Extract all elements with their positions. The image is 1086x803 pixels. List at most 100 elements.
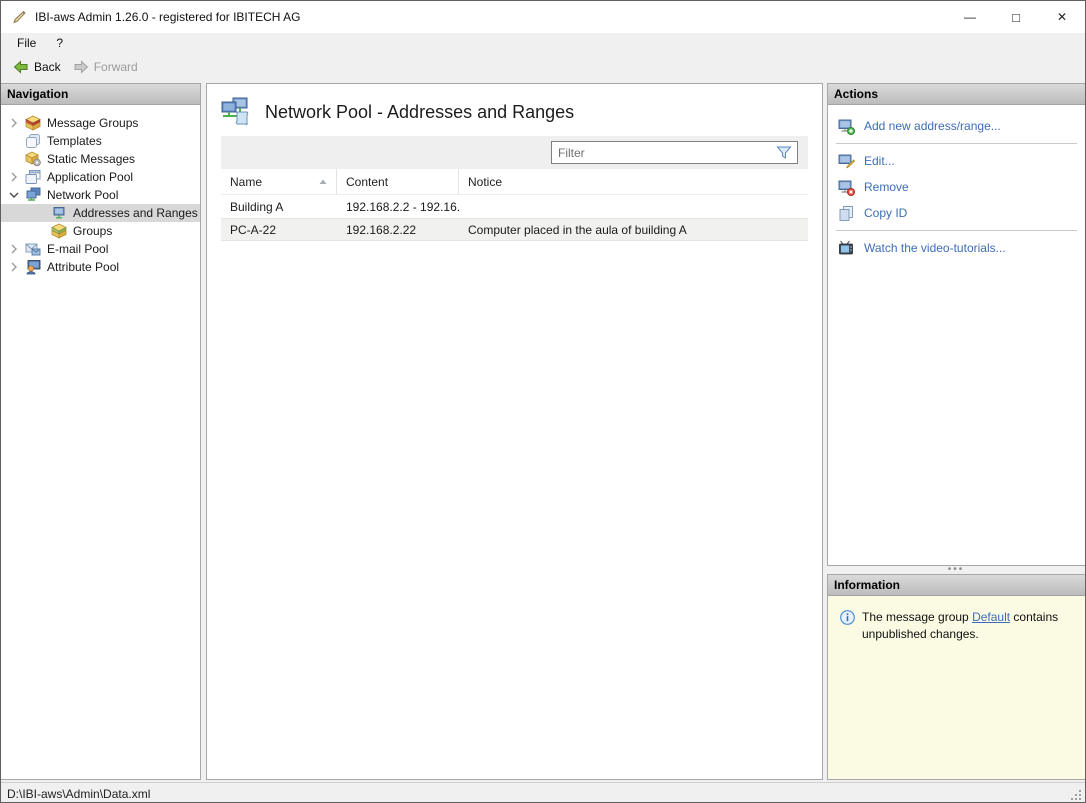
information-message: The message group Default contains unpub…: [862, 610, 1059, 642]
menu-help[interactable]: ?: [46, 34, 73, 52]
tree-label: Templates: [47, 134, 102, 148]
forward-label: Forward: [93, 60, 138, 74]
edit-icon: [838, 154, 855, 168]
forward-arrow-icon: [74, 60, 88, 74]
add-address-icon: [838, 119, 855, 135]
splitter-grip-dots: •••: [947, 564, 965, 575]
status-bar: D:\IBI-aws\Admin\Data.xml: [1, 782, 1085, 802]
actions-separator: [836, 143, 1077, 144]
column-header-name[interactable]: Name: [221, 169, 337, 194]
forward-button[interactable]: Forward: [67, 56, 144, 78]
menu-file[interactable]: File: [7, 34, 46, 52]
navigation-panel: Navigation Message Groups Templates Stat…: [1, 83, 201, 780]
chevron-right-icon[interactable]: [7, 116, 21, 130]
action-label: Edit...: [864, 154, 895, 168]
toolbar: Back Forward: [1, 53, 1085, 81]
information-panel: Information The message group Default co…: [827, 574, 1085, 780]
actions-panel: Actions Add new address/range... Edit...…: [827, 83, 1085, 566]
page-title: Network Pool - Addresses and Ranges: [265, 101, 575, 122]
window-title: IBI-aws Admin 1.26.0 - registered for IB…: [35, 10, 301, 24]
tv-icon: [839, 240, 853, 254]
tree-item-templates[interactable]: Templates: [1, 132, 200, 150]
right-column: Actions Add new address/range... Edit...…: [827, 83, 1085, 780]
back-label: Back: [34, 60, 61, 74]
data-file-path: D:\IBI-aws\Admin\Data.xml: [7, 786, 151, 801]
filter-funnel-icon[interactable]: [776, 145, 792, 161]
information-header: Information: [828, 575, 1085, 596]
copy-icon: [839, 205, 853, 221]
table-header: Name Content Notice: [221, 169, 808, 195]
actions-header: Actions: [828, 84, 1085, 105]
network-pool-icon: [26, 187, 41, 201]
tree-label: Groups: [73, 224, 113, 238]
chevron-right-icon[interactable]: [7, 242, 21, 256]
table-row[interactable]: Building A 192.168.2.2 - 192.16...: [221, 195, 808, 218]
column-header-content[interactable]: Content: [337, 169, 459, 194]
remove-action[interactable]: Remove: [828, 174, 1085, 200]
main-title-row: Network Pool - Addresses and Ranges: [221, 97, 808, 127]
email-pool-icon: [25, 243, 41, 256]
chevron-right-icon[interactable]: [7, 260, 21, 274]
action-label: Remove: [864, 180, 909, 194]
network-pool-page-icon: [221, 97, 249, 126]
action-label: Add new address/range...: [864, 119, 1001, 133]
edit-action[interactable]: Edit...: [828, 148, 1085, 174]
title-bar: IBI-aws Admin 1.26.0 - registered for IB…: [1, 1, 1085, 33]
tree-item-addresses-and-ranges[interactable]: Addresses and Ranges: [1, 204, 200, 222]
actions-separator: [836, 230, 1077, 231]
app-megaphone-icon: [13, 10, 26, 23]
tree-label: Attribute Pool: [47, 260, 120, 274]
tree-item-network-pool[interactable]: Network Pool: [1, 186, 200, 204]
attribute-pool-icon: [26, 260, 41, 275]
remove-icon: [838, 180, 855, 196]
content-area: Navigation Message Groups Templates Stat…: [1, 81, 1085, 782]
tree-item-application-pool[interactable]: Application Pool: [1, 168, 200, 186]
static-messages-icon: [25, 151, 41, 167]
maximize-button[interactable]: □: [993, 1, 1039, 33]
groups-icon: [51, 223, 67, 239]
filter-input-wrap: [551, 141, 798, 164]
templates-icon: [26, 134, 40, 148]
copy-id-action[interactable]: Copy ID: [828, 200, 1085, 226]
default-message-group-link[interactable]: Default: [972, 610, 1010, 624]
menu-bar: File ?: [1, 33, 1085, 53]
main-panel: Network Pool - Addresses and Ranges Name: [206, 83, 823, 780]
addresses-table: Name Content Notice Building A 192.168.2…: [221, 169, 808, 241]
tree-item-groups[interactable]: Groups: [1, 222, 200, 240]
tree-label: Application Pool: [47, 170, 134, 184]
action-label: Copy ID: [864, 206, 908, 220]
back-button[interactable]: Back: [7, 56, 67, 78]
resize-grip[interactable]: [1070, 789, 1083, 802]
minimize-button[interactable]: —: [947, 1, 993, 33]
sort-ascending-icon: [319, 179, 327, 184]
tree-item-static-messages[interactable]: Static Messages: [1, 150, 200, 168]
action-label: Watch the video-tutorials...: [864, 241, 1006, 255]
tree-item-attribute-pool[interactable]: Attribute Pool: [1, 258, 200, 276]
chevron-down-icon[interactable]: [7, 188, 21, 202]
information-body: The message group Default contains unpub…: [828, 596, 1085, 779]
navigation-header: Navigation: [1, 84, 200, 105]
navigation-tree: Message Groups Templates Static Messages…: [1, 105, 200, 276]
application-pool-icon: [25, 170, 41, 184]
tree-item-email-pool[interactable]: E-mail Pool: [1, 240, 200, 258]
addresses-icon: [53, 207, 65, 219]
column-header-notice[interactable]: Notice: [459, 169, 808, 194]
tree-label: Network Pool: [47, 188, 119, 202]
add-address-range-action[interactable]: Add new address/range...: [828, 113, 1085, 139]
tree-label: Static Messages: [47, 152, 136, 166]
video-tutorials-action[interactable]: Watch the video-tutorials...: [828, 235, 1085, 261]
info-icon: [840, 610, 855, 625]
app-window: IBI-aws Admin 1.26.0 - registered for IB…: [0, 0, 1086, 803]
filter-bar: [221, 136, 808, 169]
table-row[interactable]: PC-A-22 192.168.2.22 Computer placed in …: [221, 218, 808, 241]
actions-list: Add new address/range... Edit... Remove …: [828, 105, 1085, 261]
close-button[interactable]: ✕: [1039, 1, 1085, 33]
window-controls: — □ ✕: [947, 1, 1085, 33]
tree-label: Addresses and Ranges: [73, 206, 198, 220]
tree-label: Message Groups: [47, 116, 139, 130]
message-groups-icon: [25, 115, 41, 131]
filter-input[interactable]: [552, 145, 776, 160]
chevron-right-icon[interactable]: [7, 170, 21, 184]
panel-splitter[interactable]: •••: [827, 564, 1085, 575]
tree-item-message-groups[interactable]: Message Groups: [1, 114, 200, 132]
